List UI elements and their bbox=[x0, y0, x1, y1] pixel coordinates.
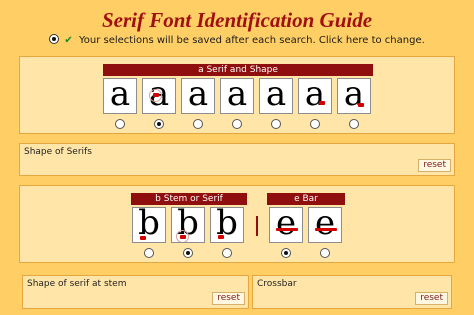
option-glyph: a bbox=[109, 78, 131, 114]
group-label-e: e Bar bbox=[267, 193, 345, 205]
option-a-1[interactable]: a bbox=[103, 78, 137, 114]
field-label: Crossbar bbox=[257, 279, 297, 289]
option-a-1-radio[interactable] bbox=[115, 119, 125, 129]
serif-at-stem-field[interactable]: Shape of serif at stem reset bbox=[22, 275, 249, 309]
serif-highlight-icon bbox=[140, 236, 146, 240]
option-glyph: b bbox=[138, 207, 160, 243]
option-a-2-radio[interactable] bbox=[154, 119, 164, 129]
option-e-2[interactable]: e bbox=[308, 207, 342, 243]
option-glyph: a bbox=[343, 78, 365, 114]
serif-highlight-icon bbox=[180, 235, 186, 239]
serif-highlight-icon bbox=[153, 93, 159, 97]
group-label-b: b Stem or Serif bbox=[131, 193, 247, 205]
crossbar-field[interactable]: Crossbar reset bbox=[252, 275, 452, 309]
option-a-6[interactable]: a bbox=[298, 78, 332, 114]
option-b-2[interactable]: b bbox=[171, 207, 205, 243]
group-label-a: a Serif and Shape bbox=[103, 64, 373, 76]
field-label: Shape of Serifs bbox=[24, 147, 92, 157]
option-a-3[interactable]: a bbox=[181, 78, 215, 114]
option-a-7-radio[interactable] bbox=[349, 119, 359, 129]
option-e-1-radio[interactable] bbox=[281, 248, 291, 258]
option-b-1[interactable]: b bbox=[132, 207, 166, 243]
option-glyph: a bbox=[265, 78, 287, 114]
serif-highlight-icon bbox=[358, 103, 364, 107]
option-glyph: b bbox=[216, 207, 238, 243]
option-b-2-radio[interactable] bbox=[183, 248, 193, 258]
page-title: Serif Font Identification Guide bbox=[101, 8, 373, 32]
option-glyph: e bbox=[314, 207, 336, 243]
save-toggle-radio[interactable] bbox=[49, 34, 60, 44]
option-e-2-radio[interactable] bbox=[320, 248, 330, 258]
field-label: Shape of serif at stem bbox=[27, 279, 127, 289]
serif-shape-panel: a Serif and Shape a a a a a a a bbox=[19, 56, 455, 134]
option-glyph: a bbox=[187, 78, 209, 114]
option-a-6-radio[interactable] bbox=[310, 119, 320, 129]
option-a-4[interactable]: a bbox=[220, 78, 254, 114]
reset-button[interactable]: reset bbox=[415, 292, 448, 305]
option-a-7[interactable]: a bbox=[337, 78, 371, 114]
serif-highlight-icon bbox=[319, 101, 325, 105]
option-a-5-radio[interactable] bbox=[271, 119, 281, 129]
option-a-2[interactable]: a bbox=[142, 78, 176, 114]
option-e-1[interactable]: e bbox=[269, 207, 303, 243]
option-glyph: e bbox=[275, 207, 297, 243]
group-divider bbox=[256, 216, 258, 236]
option-b-3[interactable]: b bbox=[210, 207, 244, 243]
save-notice[interactable]: ✔ Your selections will be saved after ea… bbox=[0, 34, 474, 46]
option-a-3-radio[interactable] bbox=[193, 119, 203, 129]
option-a-5[interactable]: a bbox=[259, 78, 293, 114]
reset-button[interactable]: reset bbox=[418, 159, 451, 172]
option-b-3-radio[interactable] bbox=[222, 248, 232, 258]
serif-highlight-icon bbox=[218, 235, 224, 239]
shape-of-serifs-field[interactable]: Shape of Serifs reset bbox=[19, 143, 455, 176]
save-notice-text[interactable]: Your selections will be saved after each… bbox=[79, 35, 425, 46]
stem-bar-panel: b Stem or Serif b b b e Bar e e bbox=[19, 185, 455, 263]
option-glyph: a bbox=[226, 78, 248, 114]
check-icon: ✔ bbox=[64, 35, 73, 46]
crossbar-highlight-icon bbox=[276, 228, 298, 231]
option-b-1-radio[interactable] bbox=[144, 248, 154, 258]
option-glyph: a bbox=[304, 78, 326, 114]
reset-button[interactable]: reset bbox=[212, 292, 245, 305]
crossbar-highlight-icon bbox=[315, 228, 337, 231]
option-a-4-radio[interactable] bbox=[232, 119, 242, 129]
